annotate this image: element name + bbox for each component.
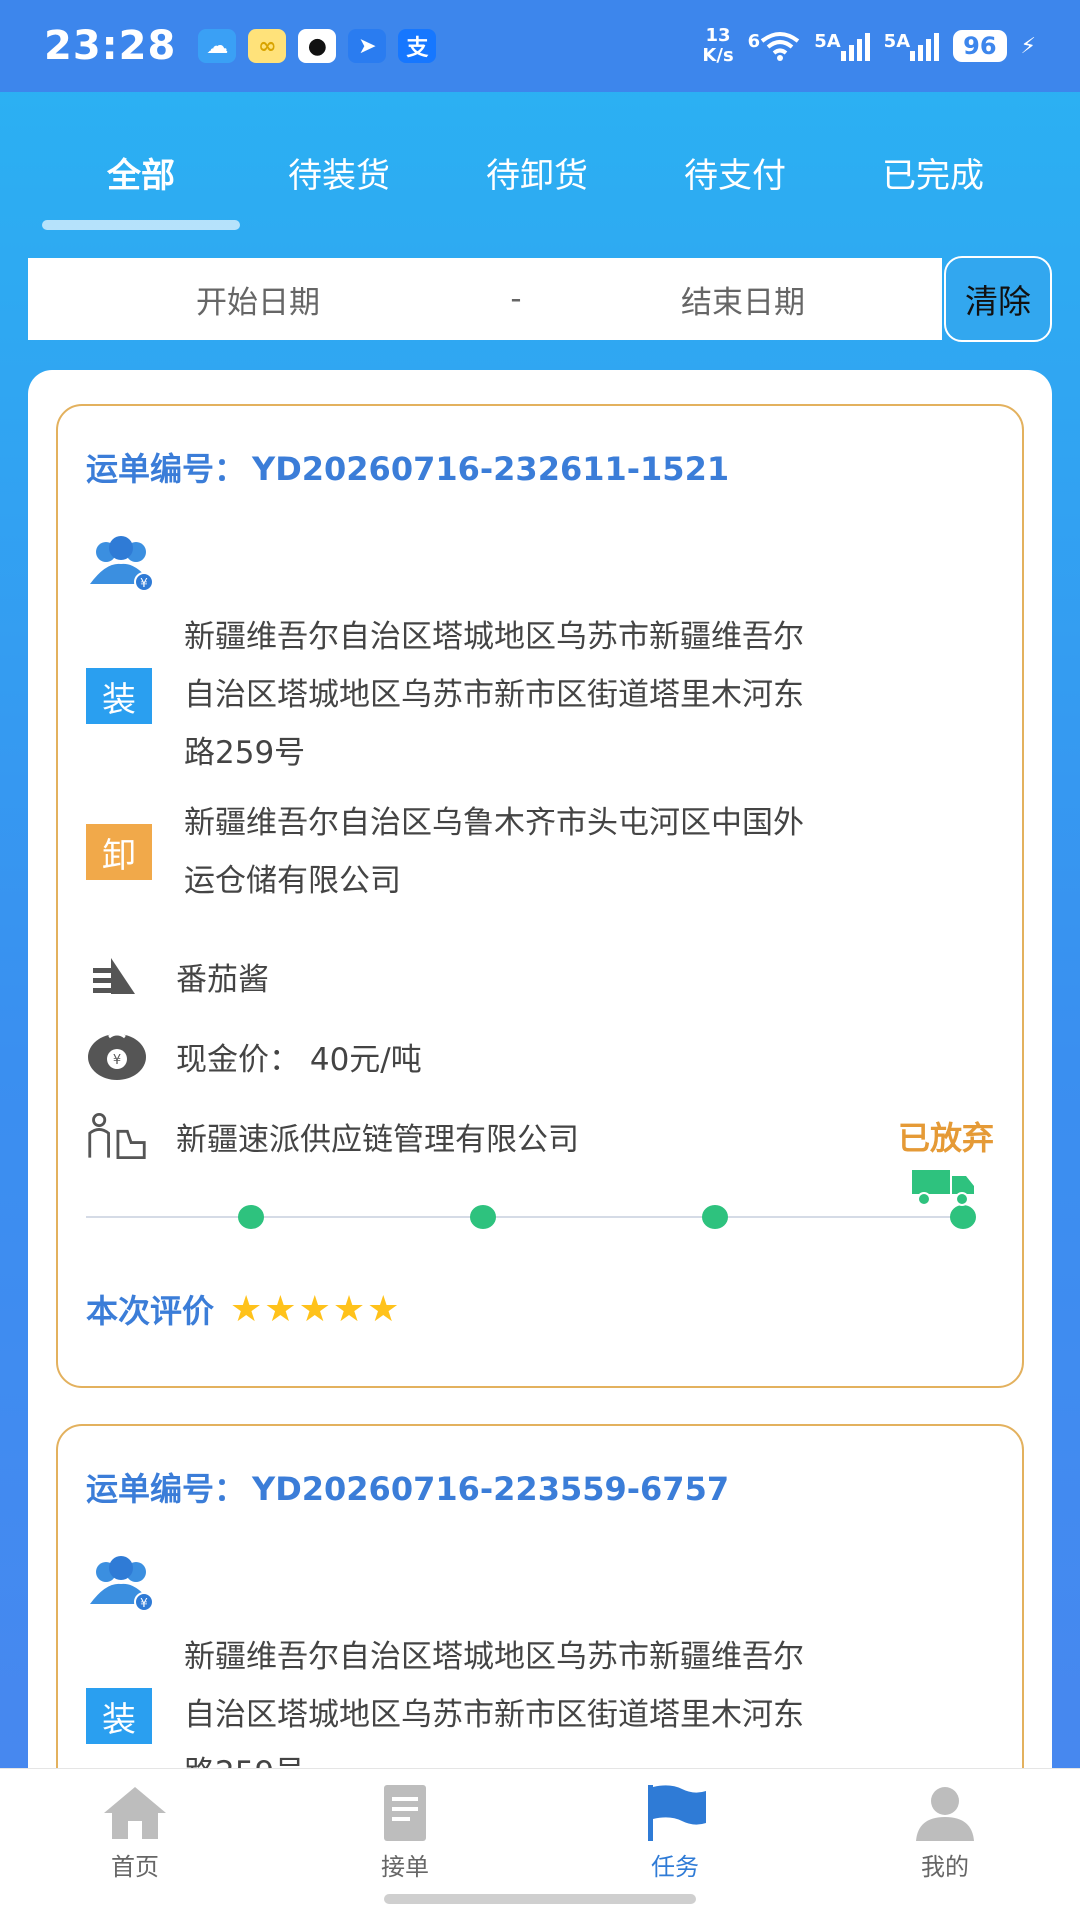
date-range-filter: 开始日期 - 结束日期 [28, 258, 942, 340]
unload-address: 新疆维吾尔自治区乌鲁木齐市头屯河区中国外 运仓储有限公司 [184, 805, 804, 899]
unload-tag: 卸 [86, 824, 152, 880]
money-bag-icon: ¥ [86, 1028, 148, 1084]
weather-icon: ☁ [198, 29, 237, 63]
end-date-input[interactable]: 结束日期 [544, 277, 942, 322]
home-indicator[interactable] [384, 1894, 696, 1904]
rating-stars: ★★★★★ [230, 1288, 402, 1330]
truck-icon [912, 1170, 974, 1206]
load-address-row: 装 新疆维吾尔自治区塔城地区乌苏市新疆维吾尔 自治区塔城地区乌苏市新市区街道塔里… [86, 1628, 994, 1770]
load-address: 新疆维吾尔自治区塔城地区乌苏市新疆维吾尔 自治区塔城地区乌苏市新市区街道塔里木河… [184, 619, 804, 771]
progress-dot-1 [238, 1205, 264, 1229]
load-tag: 装 [86, 1688, 152, 1744]
unload-address-row: 卸 新疆维吾尔自治区乌鲁木齐市头屯河区中国外 运仓储有限公司 [86, 794, 994, 910]
load-address: 新疆维吾尔自治区塔城地区乌苏市新疆维吾尔 自治区塔城地区乌苏市新市区街道塔里木河… [184, 1639, 804, 1770]
tab-underline [42, 220, 240, 230]
cargo-name: 番茄酱 [176, 961, 269, 998]
shipper-row: 新疆速派供应链管理有限公司 已放弃 [86, 1106, 994, 1166]
order-card[interactable]: 运单编号： YD20260716-223559-6757 ¥ 装 新疆维吾尔自治区… [56, 1424, 1024, 1770]
order-card[interactable]: 运单编号： YD20260716-232611-1521 ¥ 装 新疆维吾尔自治区… [56, 404, 1024, 1388]
nav-profile[interactable]: 我的 [810, 1769, 1080, 1920]
waybill-number: 运单编号： YD20260716-223559-6757 [86, 1470, 730, 1508]
status-tabs: 全部 待装货 待卸货 待支付 已完成 [0, 120, 1080, 230]
status-bar: 23:28 ☁ ∞ ● ➤ 支 13 K/s 6 5A 5A 96 ⚡ [0, 0, 1080, 92]
shipper-name: 新疆速派供应链管理有限公司 [176, 1121, 579, 1158]
waybill-number: 运单编号： YD20260716-232611-1521 [86, 450, 730, 488]
shipper-icon [86, 1108, 148, 1164]
load-tag: 装 [86, 668, 152, 724]
status-right: 13 K/s 6 5A 5A 96 ⚡ [702, 26, 1036, 66]
notification-icons: ☁ ∞ ● ➤ 支 [198, 29, 437, 63]
progress-dot-3 [702, 1205, 728, 1229]
progress-line [86, 1216, 972, 1218]
order-list: 运单编号： YD20260716-232611-1521 ¥ 装 新疆维吾尔自治区… [28, 370, 1052, 1770]
rating-row: 本次评价 ★★★★★ [86, 1286, 401, 1332]
alipay-icon: 支 [398, 29, 437, 63]
wifi-icon: 6 [748, 31, 801, 61]
tab-pending-unload[interactable]: 待卸货 [438, 120, 636, 230]
progress-track [86, 1166, 976, 1236]
tab-pending-payment[interactable]: 待支付 [636, 120, 834, 230]
clear-button[interactable]: 清除 [944, 256, 1052, 342]
price-row: ¥ 现金价： 40元/吨 [86, 1026, 994, 1086]
charging-icon: ⚡ [1020, 33, 1036, 59]
signal-icon-2: 5A [884, 31, 940, 61]
tab-all[interactable]: 全部 [42, 120, 240, 230]
progress-dot-2 [470, 1205, 496, 1229]
home-icon [104, 1787, 166, 1839]
tab-completed[interactable]: 已完成 [834, 120, 1032, 230]
date-separator: - [510, 281, 522, 317]
battery-indicator: 96 [953, 30, 1007, 62]
status-badge: 已放弃 [897, 1119, 994, 1157]
signal-icon-1: 5A [814, 31, 870, 61]
nav-home[interactable]: 首页 [0, 1769, 270, 1920]
send-app-icon: ➤ [348, 29, 387, 63]
load-address-row: 装 新疆维吾尔自治区塔城地区乌苏市新疆维吾尔 自治区塔城地区乌苏市新市区街道塔里… [86, 608, 994, 782]
svg-text:¥: ¥ [113, 1053, 121, 1068]
tab-pending-load[interactable]: 待装货 [240, 120, 438, 230]
cargo-row: 番茄酱 [86, 946, 994, 1006]
user-icon [916, 1787, 974, 1841]
progress-dot-4 [950, 1205, 976, 1229]
cloud-app-icon: ∞ [248, 29, 287, 63]
rating-label: 本次评价 [86, 1292, 215, 1330]
status-time: 23:28 [44, 23, 177, 69]
dispatcher-icon: ¥ [90, 536, 154, 592]
document-icon [384, 1785, 426, 1841]
cargo-icon [86, 948, 148, 1004]
svg-text:¥: ¥ [140, 576, 148, 590]
flag-icon [648, 1785, 706, 1841]
network-speed: 13 K/s [702, 25, 734, 66]
svg-text:¥: ¥ [140, 1596, 148, 1610]
qq-icon: ● [298, 29, 337, 63]
start-date-input[interactable]: 开始日期 [28, 277, 488, 322]
dispatcher-icon: ¥ [90, 1556, 154, 1612]
price-text: 现金价： 40元/吨 [176, 1041, 422, 1078]
